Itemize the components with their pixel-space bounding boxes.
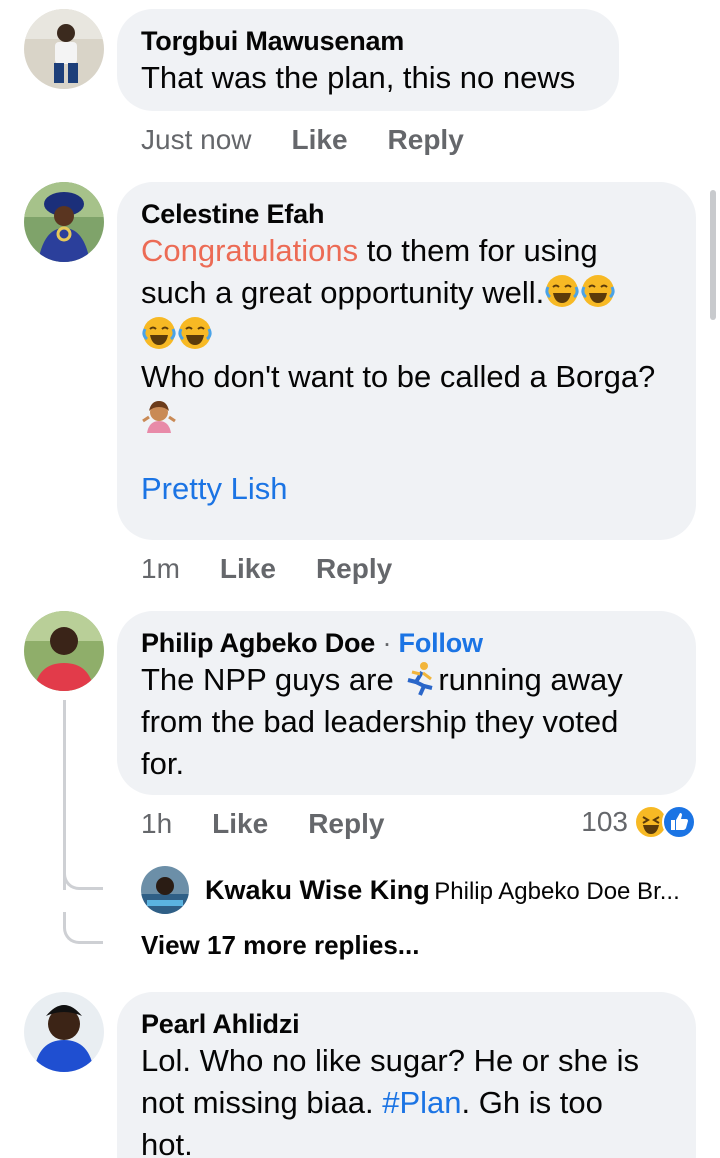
- like-button[interactable]: Like: [212, 808, 268, 840]
- comment-text: That was the plan, this no news: [141, 60, 576, 95]
- like-button[interactable]: Like: [220, 553, 276, 585]
- text-segment: Who don't want to be called a Borga?: [141, 359, 656, 394]
- thread-connector: [63, 860, 103, 890]
- avatar[interactable]: [24, 992, 104, 1072]
- reply-button[interactable]: Reply: [388, 124, 464, 156]
- comment-text: Lol. Who no like sugar? He or she is not…: [141, 1040, 672, 1158]
- reply-button[interactable]: Reply: [308, 808, 384, 840]
- reply-snippet: Philip Agbeko Doe Br...: [434, 877, 680, 905]
- comment-author[interactable]: Torgbui Mawusenam: [141, 25, 595, 57]
- comment-text: The NPP guys are running away from the b…: [141, 659, 672, 785]
- text-segment: . Gh is too: [461, 1085, 603, 1120]
- comment-actions: Just now Like Reply: [141, 124, 504, 156]
- text-segment: such a great opportunity well.: [141, 275, 545, 310]
- like-reaction-icon: [662, 805, 696, 839]
- laughing-tears-emoji-icon: [178, 317, 212, 349]
- comment-author[interactable]: Pearl Ahlidzi: [141, 1008, 672, 1040]
- highlighted-word[interactable]: Congratulations: [141, 233, 358, 268]
- hashtag-link[interactable]: #Plan: [382, 1085, 461, 1120]
- follow-button[interactable]: Follow: [399, 628, 483, 658]
- comment-author[interactable]: Philip Agbeko Doe: [141, 628, 375, 658]
- comment-bubble[interactable]: Pearl Ahlidzi Lol. Who no like sugar? He…: [117, 992, 696, 1158]
- tagged-user-link[interactable]: Pretty Lish: [141, 468, 672, 510]
- text-segment: Lol. Who no like sugar? He or she is: [141, 1043, 639, 1078]
- thread-connector: [63, 912, 103, 944]
- comment-bubble[interactable]: Celestine Efah Congratulations to them f…: [117, 182, 696, 540]
- view-more-replies-link[interactable]: View 17 more replies...: [141, 930, 419, 961]
- comment-author[interactable]: Celestine Efah: [141, 198, 672, 230]
- reaction-summary[interactable]: 103: [581, 805, 696, 839]
- avatar[interactable]: [24, 182, 104, 262]
- separator-dot: ·: [382, 628, 392, 658]
- comment-author-row: Philip Agbeko Doe · Follow: [141, 627, 672, 659]
- laughing-tears-emoji-icon: [142, 317, 176, 349]
- scrollbar[interactable]: [710, 190, 716, 320]
- reply-button[interactable]: Reply: [316, 553, 392, 585]
- reply-preview-text-row: Kwaku Wise King Philip Agbeko Doe Br...: [205, 875, 680, 906]
- comment-bubble[interactable]: Philip Agbeko Doe · Follow The NPP guys …: [117, 611, 696, 795]
- reply-author[interactable]: Kwaku Wise King: [205, 875, 430, 905]
- reaction-count: 103: [581, 806, 628, 837]
- comment-actions: 1m Like Reply: [141, 553, 432, 585]
- avatar[interactable]: [24, 611, 104, 691]
- comment-bubble[interactable]: Torgbui Mawusenam That was the plan, thi…: [117, 9, 619, 111]
- comment-text: Congratulations to them for using such a…: [141, 230, 672, 440]
- comment-time[interactable]: 1m: [141, 553, 180, 585]
- reply-avatar[interactable]: [141, 866, 189, 914]
- comment-time[interactable]: 1h: [141, 808, 172, 840]
- text-segment: The NPP guys are: [141, 662, 403, 697]
- text-segment: from the bad leadership they voted: [141, 704, 619, 739]
- laughing-tears-emoji-icon: [581, 275, 615, 307]
- text-segment: not missing biaa.: [141, 1085, 383, 1120]
- reply-preview[interactable]: Kwaku Wise King Philip Agbeko Doe Br...: [141, 866, 701, 914]
- comment-time[interactable]: Just now: [141, 124, 252, 156]
- text-segment: running away: [438, 662, 623, 697]
- text-segment: for.: [141, 746, 185, 781]
- woman-shrugging-emoji-icon: [142, 401, 176, 433]
- running-person-emoji-icon: [407, 662, 433, 696]
- text-segment: hot.: [141, 1127, 193, 1158]
- text-segment: to them for using: [358, 233, 598, 268]
- avatar[interactable]: [24, 9, 104, 89]
- comment-actions: 1h Like Reply: [141, 808, 424, 840]
- laughing-tears-emoji-icon: [545, 275, 579, 307]
- like-button[interactable]: Like: [292, 124, 348, 156]
